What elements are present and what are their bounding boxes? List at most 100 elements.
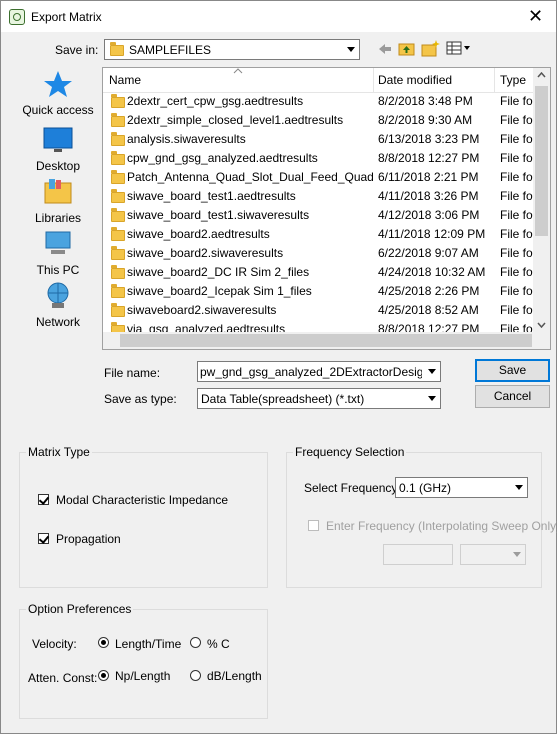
- enter-frequency-checkbox[interactable]: [308, 520, 319, 531]
- list-item[interactable]: analysis.siwaveresults 6/13/2018 3:23 PM F…: [103, 130, 535, 149]
- app-icon: [9, 9, 25, 25]
- list-item[interactable]: cpw_gnd_gsg_analyzed.aedtresults 8/8/2018…: [103, 149, 535, 168]
- atten-np-length-label: Np/Length: [115, 669, 171, 683]
- sort-up-icon: [233, 68, 243, 74]
- folder-icon: [111, 265, 125, 279]
- list-item[interactable]: 2dextr_simple_closed_level1.aedtresults 8…: [103, 111, 535, 130]
- this-pc-icon: [42, 229, 74, 259]
- cancel-button[interactable]: Cancel: [475, 385, 550, 408]
- view-menu-icon[interactable]: [446, 41, 472, 55]
- file-name-label: File name:: [104, 366, 161, 380]
- folder-icon: [110, 42, 124, 56]
- close-button[interactable]: ✕: [515, 1, 556, 32]
- chevron-down-icon: [424, 389, 440, 408]
- folder-icon: [111, 284, 125, 298]
- list-item[interactable]: siwave_board2_Icepak Sim 1_files 4/25/201…: [103, 282, 535, 301]
- folder-icon: [111, 246, 125, 260]
- file-list[interactable]: Name Date modified Type 2dextr_cert_cpw_…: [102, 67, 551, 350]
- place-label: This PC: [36, 263, 80, 277]
- velocity-percent-c-label: % C: [207, 637, 230, 651]
- scroll-down-icon[interactable]: [537, 322, 546, 328]
- folder-icon: [111, 189, 125, 203]
- new-folder-icon[interactable]: [421, 39, 441, 57]
- select-frequency-dropdown[interactable]: 0.1 (GHz): [395, 477, 528, 498]
- enter-frequency-label: Enter Frequency (Interpolating Sweep Onl…: [326, 519, 557, 533]
- option-preferences-title: Option Preferences: [26, 602, 134, 616]
- chevron-down-icon: [511, 478, 527, 497]
- file-name-input[interactable]: pw_gnd_gsg_analyzed_2DExtractorDesign1.t…: [197, 361, 441, 382]
- scroll-up-icon[interactable]: [537, 72, 546, 78]
- folder-icon: [111, 208, 125, 222]
- folder-icon: [111, 132, 125, 146]
- title-bar: Export Matrix ✕: [1, 1, 556, 32]
- quick-access-icon: [42, 69, 74, 99]
- export-matrix-dialog: Export Matrix ✕ Save in: SAMPLEFILES Qui…: [0, 0, 557, 734]
- column-name[interactable]: Name: [109, 73, 141, 87]
- window-title: Export Matrix: [31, 10, 102, 24]
- save-button[interactable]: Save: [475, 359, 550, 382]
- atten-db-length-radio[interactable]: [190, 670, 201, 681]
- select-frequency-value: 0.1 (GHz): [399, 481, 452, 495]
- save-in-value: SAMPLEFILES: [129, 43, 212, 57]
- matrix-type-group: [19, 452, 268, 588]
- folder-icon: [111, 151, 125, 165]
- folder-icon: [111, 227, 125, 241]
- place-label: Network: [35, 315, 80, 329]
- frequency-value-input[interactable]: [383, 544, 453, 565]
- save-in-select[interactable]: SAMPLEFILES: [104, 39, 360, 60]
- folder-icon: [111, 113, 125, 127]
- folder-icon: [111, 170, 125, 184]
- place-label: Quick access: [22, 103, 94, 117]
- place-label: Libraries: [34, 211, 82, 225]
- file-name-value: pw_gnd_gsg_analyzed_2DExtractorDesign1.t…: [200, 365, 422, 379]
- velocity-length-time-radio[interactable]: [98, 637, 109, 648]
- atten-const-label: Atten. Const:: [28, 671, 98, 685]
- velocity-percent-c-radio[interactable]: [190, 637, 201, 648]
- frequency-unit-select[interactable]: [460, 544, 526, 565]
- network-icon: [42, 281, 74, 311]
- column-type[interactable]: Type: [500, 73, 526, 87]
- modal-impedance-label: Modal Characteristic Impedance: [56, 493, 229, 507]
- place-quick-access[interactable]: Quick access: [16, 69, 100, 117]
- save-as-type-value: Data Table(spreadsheet) (*.txt): [201, 392, 365, 406]
- list-item[interactable]: siwave_board2.siwaveresults 6/22/2018 9:0…: [103, 244, 535, 263]
- list-item[interactable]: siwaveboard2.siwaveresults 4/25/2018 8:52…: [103, 301, 535, 320]
- column-date-modified[interactable]: Date modified: [378, 73, 452, 87]
- select-frequency-label: Select Frequency:: [304, 481, 401, 495]
- place-libraries[interactable]: Libraries: [16, 177, 100, 225]
- horizontal-scrollbar[interactable]: [103, 332, 550, 349]
- list-item[interactable]: siwave_board_test1.aedtresults 4/11/2018 …: [103, 187, 535, 206]
- propagation-label: Propagation: [56, 532, 121, 546]
- back-arrow-icon[interactable]: [377, 42, 393, 56]
- list-item[interactable]: Patch_Antenna_Quad_Slot_Dual_Feed_Quad..…: [103, 168, 535, 187]
- chevron-down-icon: [509, 545, 525, 564]
- chevron-down-icon[interactable]: [424, 362, 440, 381]
- file-list-header: Name Date modified Type: [103, 68, 550, 93]
- velocity-label: Velocity:: [32, 637, 77, 651]
- save-in-label: Save in:: [55, 43, 99, 57]
- up-folder-icon[interactable]: [398, 40, 416, 56]
- scroll-thumb[interactable]: [535, 86, 548, 236]
- frequency-selection-title: Frequency Selection: [293, 445, 407, 459]
- place-desktop[interactable]: Desktop: [16, 125, 100, 173]
- list-item[interactable]: 2dextr_cert_cpw_gsg.aedtresults 8/2/2018 …: [103, 92, 535, 111]
- scroll-thumb[interactable]: [120, 334, 532, 347]
- modal-impedance-checkbox[interactable]: [38, 494, 49, 505]
- atten-db-length-label: dB/Length: [207, 669, 262, 683]
- atten-np-length-radio[interactable]: [98, 670, 109, 681]
- libraries-icon: [42, 177, 74, 207]
- velocity-length-time-label: Length/Time: [115, 637, 182, 651]
- list-item[interactable]: siwave_board2.aedtresults 4/11/2018 12:09…: [103, 225, 535, 244]
- list-item[interactable]: siwave_board_test1.siwaveresults 4/12/201…: [103, 206, 535, 225]
- list-item[interactable]: siwave_board2_DC IR Sim 2_files 4/24/2018…: [103, 263, 535, 282]
- place-label: Desktop: [35, 159, 81, 173]
- folder-icon: [111, 94, 125, 108]
- propagation-checkbox[interactable]: [38, 533, 49, 544]
- place-network[interactable]: Network: [16, 281, 100, 329]
- save-as-type-select[interactable]: Data Table(spreadsheet) (*.txt): [197, 388, 441, 409]
- folder-icon: [111, 303, 125, 317]
- vertical-scrollbar[interactable]: [533, 68, 550, 332]
- desktop-icon: [42, 125, 74, 155]
- place-this-pc[interactable]: This PC: [16, 229, 100, 277]
- save-as-type-label: Save as type:: [104, 392, 177, 406]
